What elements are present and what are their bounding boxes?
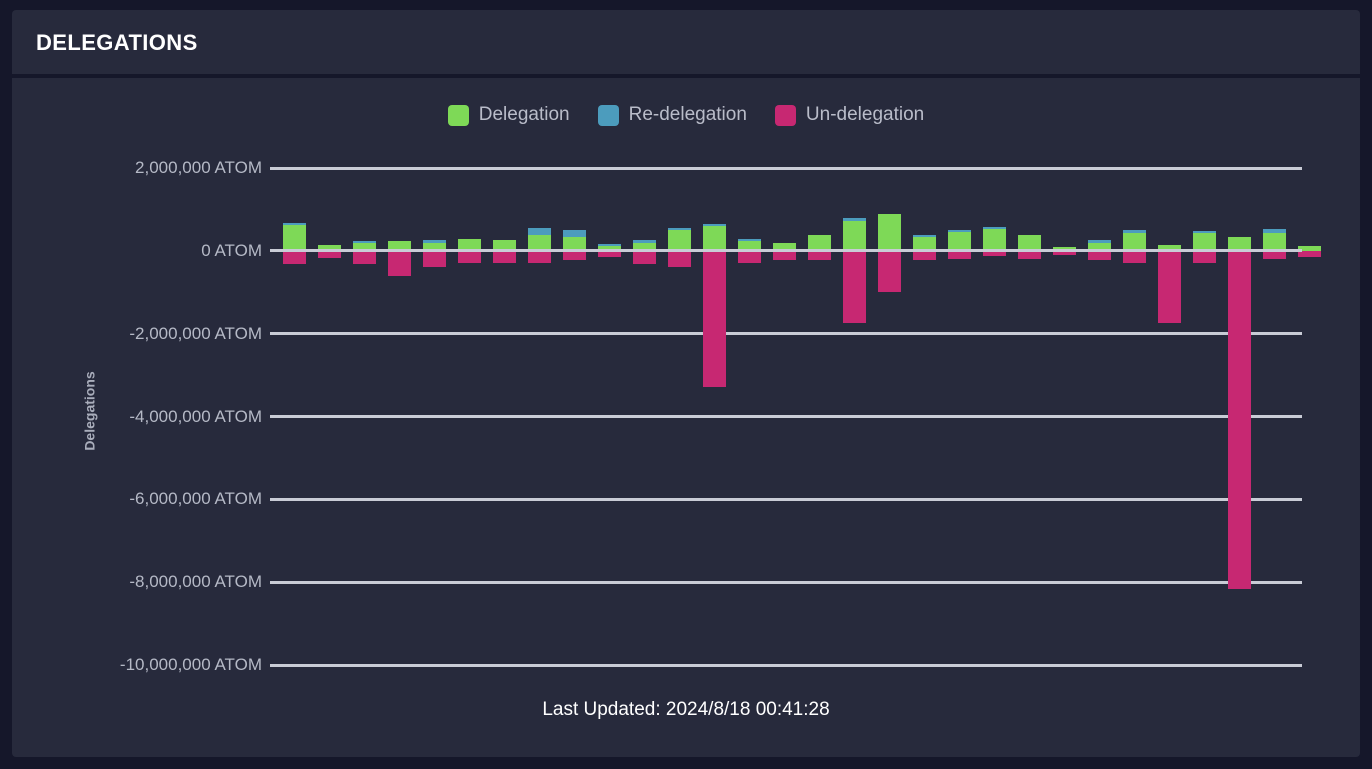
bar-group[interactable] <box>947 126 972 695</box>
bar-segment-undelegation[interactable] <box>702 250 727 387</box>
bar-group[interactable] <box>912 126 937 695</box>
bar-segment-undelegation[interactable] <box>1227 250 1252 589</box>
bar-segment-undelegation[interactable] <box>387 250 412 277</box>
bar-segment-delegation[interactable] <box>282 225 307 251</box>
bar-segment-redelegation[interactable] <box>947 229 972 233</box>
bar-segment-redelegation[interactable] <box>562 229 587 238</box>
bar-group[interactable] <box>1262 126 1287 695</box>
bar-segment-undelegation[interactable] <box>737 250 762 263</box>
bar-segment-redelegation[interactable] <box>527 227 552 236</box>
legend-swatch-redelegation-icon <box>597 104 619 126</box>
bar-segment-undelegation[interactable] <box>1192 250 1217 263</box>
bar-group[interactable] <box>527 126 552 695</box>
bar-group[interactable] <box>422 126 447 695</box>
bar-segment-delegation[interactable] <box>1122 232 1147 251</box>
bar-group[interactable] <box>387 126 412 695</box>
bar-group[interactable] <box>1227 126 1252 695</box>
bar-segment-redelegation[interactable] <box>912 234 937 238</box>
bar-segment-redelegation[interactable] <box>1122 230 1147 233</box>
bar-segment-redelegation[interactable] <box>737 238 762 242</box>
legend-item-delegation[interactable]: Delegation <box>447 104 570 126</box>
zero-baseline <box>270 249 1302 253</box>
chart-plot-area: Delegations 2,000,000 ATOM 0 ATOM -2,000,0… <box>12 126 1360 695</box>
bar-group[interactable] <box>1017 126 1042 695</box>
bar-segment-redelegation[interactable] <box>282 222 307 226</box>
bar-segment-delegation[interactable] <box>842 221 867 251</box>
bar-segment-undelegation[interactable] <box>282 250 307 265</box>
bar-segment-undelegation[interactable] <box>667 250 692 267</box>
bar-group[interactable] <box>1087 126 1112 695</box>
delegations-dashboard: DELEGATIONS Delegation Re-delegation Un-… <box>0 0 1372 769</box>
bar-group[interactable] <box>807 126 832 695</box>
bar-group[interactable] <box>982 126 1007 695</box>
chart-legend: Delegation Re-delegation Un-delegation <box>12 78 1360 126</box>
bar-group[interactable] <box>877 126 902 695</box>
bar-group[interactable] <box>772 126 797 695</box>
bar-segment-undelegation[interactable] <box>842 250 867 324</box>
bar-group[interactable] <box>1122 126 1147 695</box>
bar-segment-undelegation[interactable] <box>632 250 657 265</box>
chart-bars <box>12 126 1360 695</box>
bar-segment-delegation[interactable] <box>1262 233 1287 251</box>
bar-segment-undelegation[interactable] <box>352 250 377 265</box>
bar-group[interactable] <box>282 126 307 695</box>
bar-segment-redelegation[interactable] <box>667 227 692 231</box>
bar-group[interactable] <box>632 126 657 695</box>
bar-segment-undelegation[interactable] <box>877 250 902 293</box>
bar-segment-delegation[interactable] <box>982 229 1007 251</box>
bar-group[interactable] <box>842 126 867 695</box>
bar-segment-undelegation[interactable] <box>527 250 552 263</box>
legend-swatch-undelegation-icon <box>774 104 796 126</box>
bar-segment-redelegation[interactable] <box>597 244 622 247</box>
bar-segment-redelegation[interactable] <box>1192 230 1217 234</box>
bar-segment-delegation[interactable] <box>877 213 902 251</box>
bar-segment-redelegation[interactable] <box>422 240 447 243</box>
legend-label-undelegation: Un-delegation <box>805 104 925 125</box>
bar-segment-delegation[interactable] <box>947 232 972 251</box>
bar-group[interactable] <box>457 126 482 695</box>
bar-group[interactable] <box>317 126 342 695</box>
bar-group[interactable] <box>737 126 762 695</box>
bar-segment-undelegation[interactable] <box>457 250 482 263</box>
bar-segment-undelegation[interactable] <box>1157 250 1182 323</box>
bar-group[interactable] <box>1157 126 1182 695</box>
last-updated-text: Last Updated: 2024/8/18 00:41:28 <box>542 699 830 720</box>
bar-segment-delegation[interactable] <box>667 230 692 251</box>
bar-segment-undelegation[interactable] <box>492 250 517 263</box>
bar-segment-redelegation[interactable] <box>1262 229 1287 233</box>
bar-group[interactable] <box>562 126 587 695</box>
legend-item-undelegation[interactable]: Un-delegation <box>774 104 925 126</box>
bar-segment-undelegation[interactable] <box>1122 250 1147 263</box>
card-header: DELEGATIONS <box>12 10 1360 74</box>
page-title: DELEGATIONS <box>36 30 198 55</box>
bar-group[interactable] <box>1297 126 1322 695</box>
bar-segment-redelegation[interactable] <box>842 217 867 222</box>
bar-group[interactable] <box>1192 126 1217 695</box>
legend-item-redelegation[interactable]: Re-delegation <box>597 104 747 126</box>
bar-segment-redelegation[interactable] <box>702 223 727 227</box>
bar-segment-delegation[interactable] <box>1192 233 1217 251</box>
legend-label-redelegation: Re-delegation <box>628 104 747 125</box>
bar-segment-delegation[interactable] <box>702 226 727 251</box>
bar-group[interactable] <box>492 126 517 695</box>
chart-card-body: Delegation Re-delegation Un-delegation D… <box>12 78 1360 757</box>
bar-segment-redelegation[interactable] <box>632 240 657 243</box>
bar-group[interactable] <box>597 126 622 695</box>
legend-label-delegation: Delegation <box>478 104 570 125</box>
bar-group[interactable] <box>667 126 692 695</box>
bar-segment-undelegation[interactable] <box>422 250 447 267</box>
bar-segment-redelegation[interactable] <box>1087 240 1112 243</box>
legend-swatch-delegation-icon <box>447 104 469 126</box>
bar-group[interactable] <box>352 126 377 695</box>
bar-segment-redelegation[interactable] <box>352 240 377 244</box>
bar-segment-redelegation[interactable] <box>982 226 1007 230</box>
bar-group[interactable] <box>702 126 727 695</box>
bar-group[interactable] <box>1052 126 1077 695</box>
